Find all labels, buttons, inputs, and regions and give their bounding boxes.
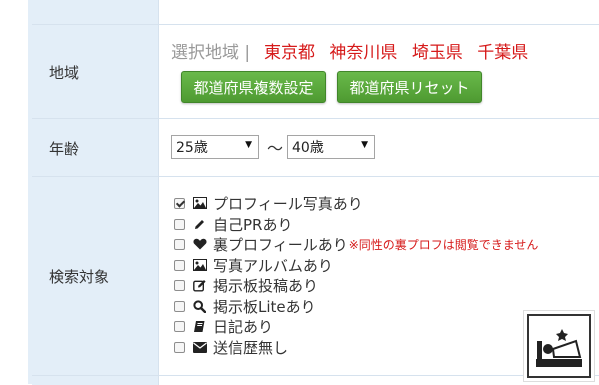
option-no-sent-history[interactable]: 送信歴無し [174, 337, 288, 357]
option-photo-album[interactable]: 写真アルバムあり [174, 255, 333, 275]
option-label: 写真アルバムあり [213, 256, 333, 275]
checkbox[interactable] [174, 218, 185, 230]
prefecture-reset-button[interactable]: 都道府県リセット [337, 71, 482, 103]
chevron-down-icon: ▼ [361, 140, 368, 150]
search-icon [192, 299, 207, 314]
edit-icon [192, 278, 207, 293]
option-label: 掲示板Liteあり [213, 297, 316, 316]
checkbox[interactable] [174, 320, 185, 332]
option-board-lite[interactable]: 掲示板Liteあり [174, 296, 316, 316]
option-label: プロフィール写真あり [213, 194, 363, 213]
prefecture-multi-select-button[interactable]: 都道府県複数設定 [181, 71, 326, 103]
envelope-icon [192, 340, 207, 355]
form-row-top [32, 0, 599, 24]
top-value-cell [160, 0, 599, 24]
region-row: 地域 選択地域 | 東京都 神奈川県 埼玉県 千葉県 都道府県複数設定 都道府県… [32, 24, 599, 119]
age-row: 年齢 25歳 ▼ 〜 40歳 ▼ [32, 118, 599, 177]
option-label: 送信歴無し [213, 338, 289, 357]
region-value: 選択地域 | 東京都 神奈川県 埼玉県 千葉県 都道府県複数設定 都道府県リセッ… [160, 25, 599, 119]
age-label: 年齢 [32, 119, 159, 177]
option-label: 掲示板投稿あり [213, 276, 319, 295]
option-label: 裏プロフィールあり [213, 235, 348, 254]
selected-region-saitama[interactable]: 埼玉県 [412, 43, 463, 63]
top-label-cell [32, 0, 159, 24]
checkbox[interactable] [174, 197, 185, 209]
age-to-value: 40歳 [292, 140, 324, 156]
checkbox[interactable] [174, 279, 185, 291]
search-target-label: 検索対象 [32, 177, 159, 376]
search-target-row: 検索対象 プロフィール写真あり 自己PRあり 裏プロフィールあり ※同性の裏プロ… [32, 176, 599, 376]
selected-region-list: 東京都 神奈川県 埼玉県 千葉県 [264, 38, 537, 63]
option-self-pr[interactable]: 自己PRあり [174, 214, 292, 234]
checkbox[interactable] [174, 300, 185, 312]
option-label: 日記あり [213, 317, 274, 336]
age-range-separator: 〜 [267, 139, 284, 158]
book-icon [192, 319, 207, 334]
image-icon [192, 196, 207, 211]
selected-region-kanagawa[interactable]: 神奈川県 [329, 43, 397, 63]
region-label: 地域 [32, 25, 159, 119]
selected-region-tokyo[interactable]: 東京都 [264, 43, 315, 63]
heart-icon [192, 237, 207, 252]
option-note: ※同性の裏プロフは閲覧できません [348, 237, 539, 252]
sleeping-figure-badge-icon [523, 310, 595, 382]
selected-region-label: 選択地域 | [171, 43, 251, 63]
checkbox[interactable] [174, 238, 185, 250]
selected-region-chiba[interactable]: 千葉県 [477, 43, 528, 63]
pencil-icon [192, 217, 207, 232]
left-margin [0, 0, 28, 384]
search-form: 地域 選択地域 | 東京都 神奈川県 埼玉県 千葉県 都道府県複数設定 都道府県… [32, 0, 599, 385]
checkbox[interactable] [174, 259, 185, 271]
image-icon [192, 258, 207, 273]
option-diary[interactable]: 日記あり [174, 316, 273, 336]
age-from-select[interactable]: 25歳 ▼ [171, 135, 259, 159]
chevron-down-icon: ▼ [245, 140, 252, 150]
option-board-post[interactable]: 掲示板投稿あり [174, 275, 318, 295]
age-from-value: 25歳 [176, 140, 208, 156]
option-hidden-profile[interactable]: 裏プロフィールあり ※同性の裏プロフは閲覧できません [174, 234, 538, 254]
option-label: 自己PRあり [213, 215, 293, 234]
checkbox[interactable] [174, 341, 185, 353]
age-to-select[interactable]: 40歳 ▼ [287, 135, 375, 159]
age-value: 25歳 ▼ 〜 40歳 ▼ [160, 119, 599, 177]
option-profile-photo[interactable]: プロフィール写真あり [174, 193, 363, 213]
